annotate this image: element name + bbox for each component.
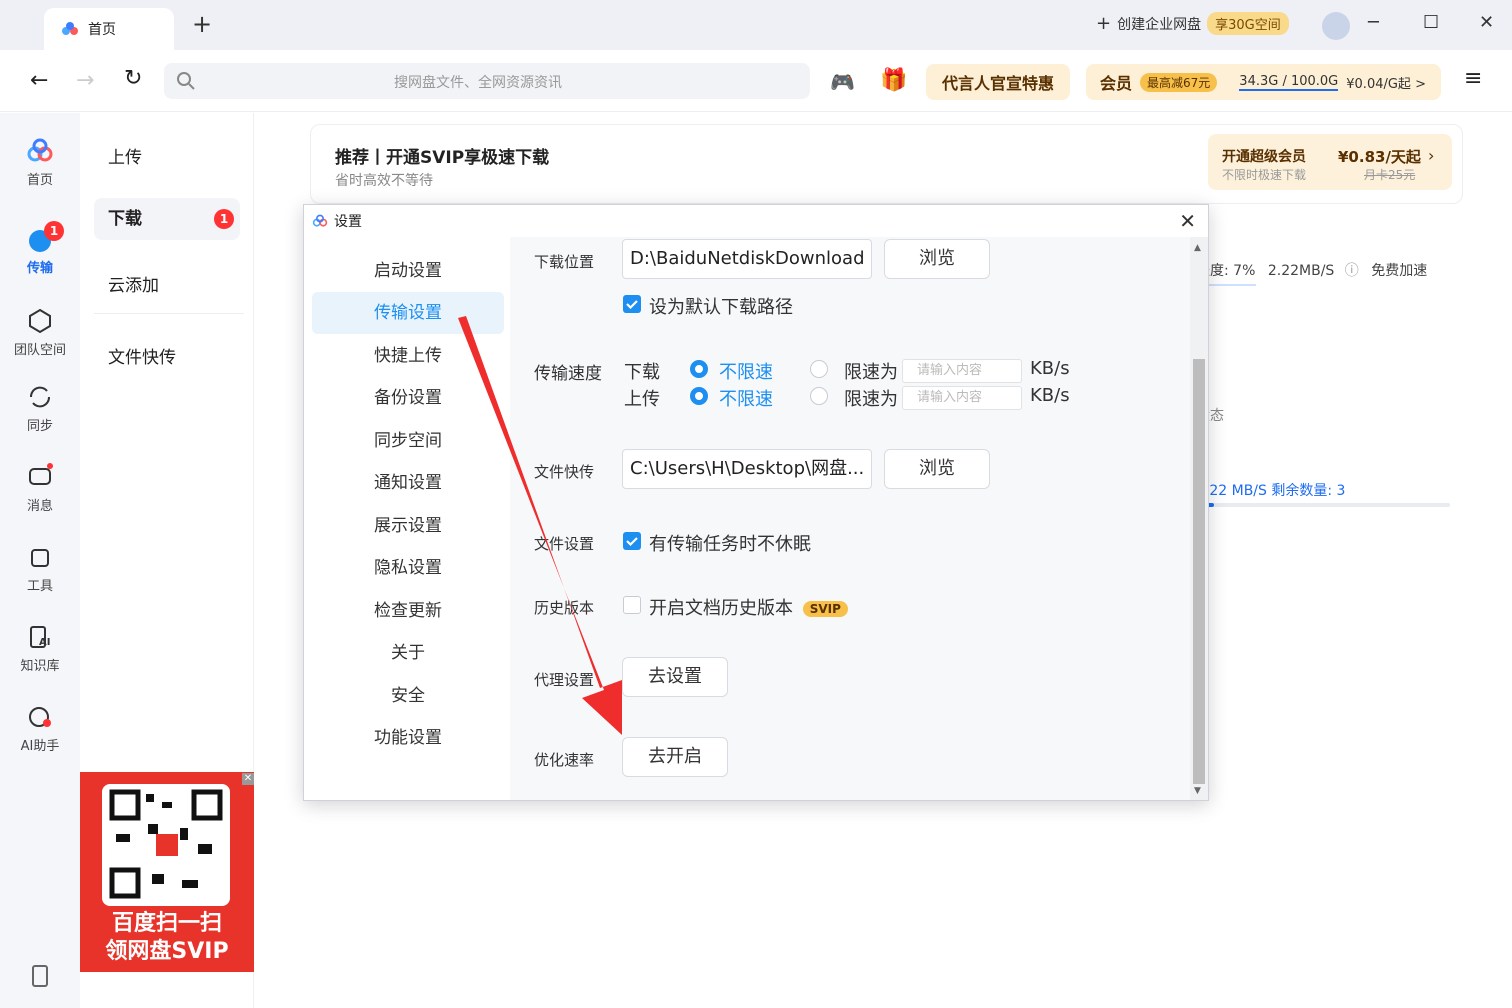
annotation-arrow-icon — [458, 316, 622, 735]
